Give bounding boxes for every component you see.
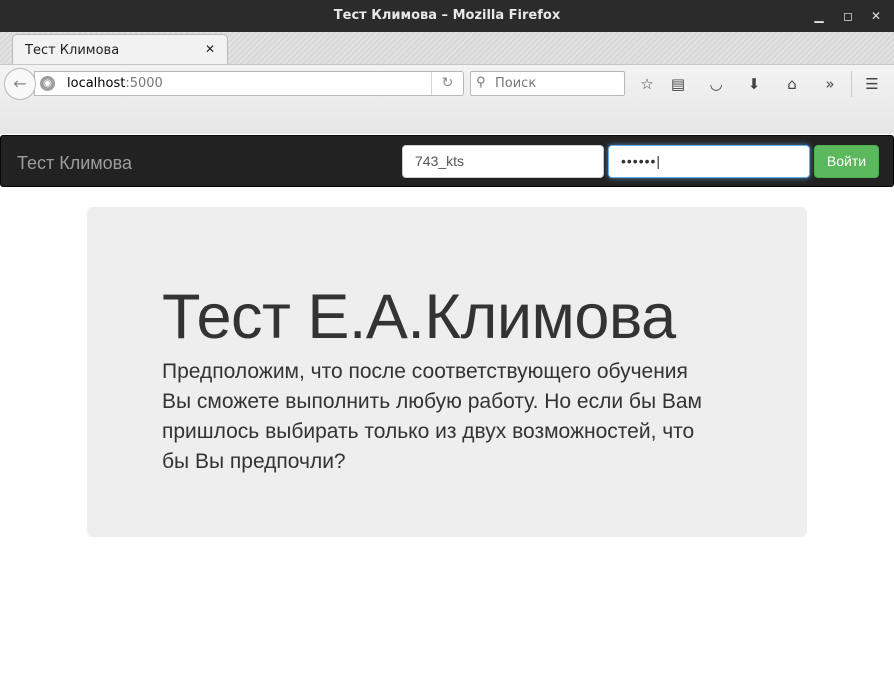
site-navbar: Тест Климова 743_kts ••••••| Войти (0, 135, 894, 187)
search-icon: ⚲ (476, 75, 486, 90)
maximize-icon[interactable]: ◻ (840, 8, 856, 24)
overflow-chevron-icon[interactable]: » (819, 73, 841, 95)
window-titlebar: Тест Климова – Mozilla Firefox ▁ ◻ ✕ (0, 0, 894, 32)
search-input[interactable] (495, 75, 615, 92)
close-window-icon[interactable]: ✕ (868, 8, 884, 24)
globe-icon: ◉ (40, 76, 55, 91)
tab-label: Тест Климова (25, 43, 120, 58)
close-tab-icon[interactable]: ✕ (205, 42, 215, 56)
minimize-icon[interactable]: ▁ (811, 8, 827, 24)
reload-icon[interactable]: ↻ (431, 72, 463, 95)
bookmark-star-icon[interactable]: ☆ (636, 73, 658, 95)
url-host: localhost (67, 76, 126, 91)
window-title: Тест Климова – Mozilla Firefox (333, 8, 561, 23)
menu-icon[interactable]: ☰ (861, 73, 883, 95)
back-arrow-icon[interactable]: ← (4, 68, 36, 100)
search-box[interactable]: ⚲ (470, 71, 625, 96)
url-port: :5000 (125, 76, 163, 91)
username-field[interactable]: 743_kts (402, 145, 604, 178)
password-mask: •••••• (621, 153, 657, 169)
browser-toolbar: ◉ localhost:5000 ↻ ← ⚲ ☆ ▤ ◡ ⬇ ⌂ » ☰ (0, 64, 894, 134)
hero-jumbotron: Тест Е.А.Климова Предположим, что после … (87, 207, 807, 537)
download-icon[interactable]: ⬇ (743, 73, 765, 95)
address-bar[interactable]: ◉ localhost:5000 ↻ (34, 71, 464, 96)
toolbar-separator (851, 71, 852, 97)
hero-heading: Тест Е.А.Климова (162, 282, 676, 352)
hero-text: Предположим, что после соответствующего … (162, 360, 702, 473)
pocket-icon[interactable]: ◡ (705, 73, 727, 95)
reading-list-icon[interactable]: ▤ (667, 73, 689, 95)
tab-strip: Тест Климова ✕ (0, 32, 894, 64)
home-icon[interactable]: ⌂ (781, 73, 803, 95)
browser-tab[interactable]: Тест Климова ✕ (12, 34, 228, 64)
login-button[interactable]: Войти (814, 145, 879, 178)
site-brand[interactable]: Тест Климова (17, 153, 132, 174)
password-field[interactable]: ••••••| (608, 145, 810, 178)
url-text[interactable]: localhost:5000 (67, 76, 163, 91)
